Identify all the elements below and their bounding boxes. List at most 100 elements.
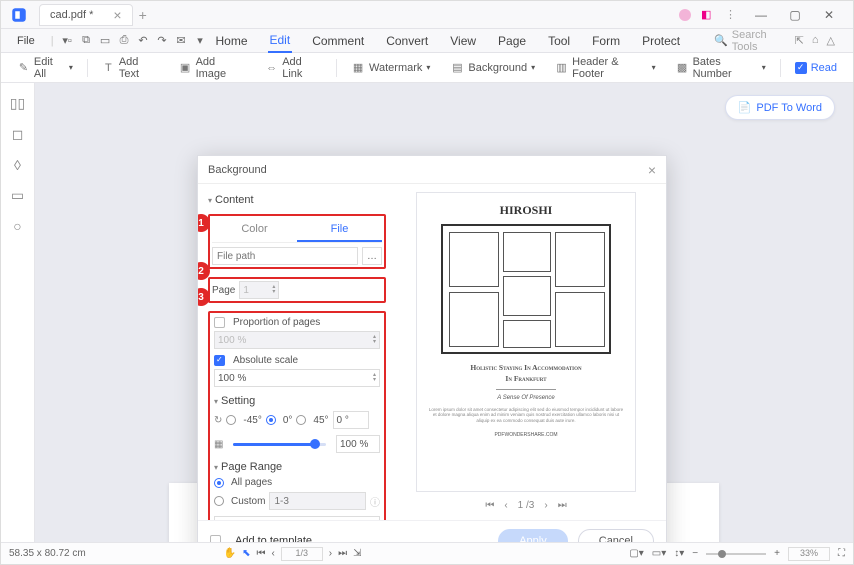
add-image-button[interactable]: ▣Add Image (173, 54, 252, 82)
pencil-icon: ✎ (17, 61, 30, 75)
minimize-button[interactable]: — (749, 8, 773, 22)
menu-page[interactable]: Page (496, 30, 528, 52)
first-icon[interactable]: ⏮ (256, 548, 265, 559)
rot-0[interactable] (266, 415, 276, 425)
zoom-slider[interactable] (706, 553, 766, 555)
custom-range-input[interactable] (269, 492, 366, 510)
bookmark-icon[interactable]: ◻ (12, 126, 24, 143)
menu-comment[interactable]: Comment (310, 30, 366, 52)
image-icon: ▣ (179, 61, 192, 75)
comments-icon[interactable]: ◊ (14, 157, 21, 173)
notification-icon[interactable]: ◧ (701, 8, 715, 22)
attachments-icon[interactable]: ▭ (11, 187, 24, 204)
menu-protect[interactable]: Protect (640, 30, 682, 52)
add-text-button[interactable]: TAdd Text (96, 54, 165, 82)
absolute-checkbox[interactable] (214, 355, 225, 366)
next-page-icon[interactable]: › (544, 500, 547, 511)
page-number-input[interactable]: 1▴▾ (239, 281, 279, 299)
next-icon[interactable]: › (329, 548, 332, 559)
menu-tool[interactable]: Tool (546, 30, 572, 52)
file-menu[interactable]: File (9, 33, 43, 49)
preview-pager: ⏮ ‹ 1 /3 › ⏭ (485, 500, 566, 511)
kebab-icon[interactable]: ⋮ (725, 8, 739, 22)
background-button[interactable]: ▤Background▾ (444, 59, 541, 77)
view-mode-icon[interactable]: ▭▾ (652, 548, 666, 559)
menu-view[interactable]: View (448, 30, 478, 52)
menu-convert[interactable]: Convert (384, 30, 430, 52)
allpages-radio[interactable] (214, 478, 224, 488)
badge-3: 3 (198, 288, 210, 306)
bates-button[interactable]: ▩Bates Number▾ (670, 54, 772, 82)
edit-all-button[interactable]: ✎Edit All▾ (11, 54, 79, 82)
page-indicator: 1 /3 (518, 500, 535, 511)
pdf-to-word-button[interactable]: 📄 PDF To Word (725, 95, 835, 120)
last-icon[interactable]: ⏭ (338, 548, 347, 559)
undo-icon[interactable]: ↶ (138, 33, 149, 49)
search-tools[interactable]: 🔍Search Tools (714, 29, 767, 53)
add-link-button[interactable]: ⇔Add Link (259, 54, 328, 82)
menu-edit[interactable]: Edit (268, 29, 293, 53)
document-tab[interactable]: cad.pdf * × (39, 4, 133, 26)
new-tab-icon[interactable]: + (139, 7, 147, 23)
last-page-icon[interactable]: ⏭ (558, 500, 567, 511)
thumbnails-icon[interactable]: ▯▯ (10, 95, 25, 112)
watermark-button[interactable]: ▦Watermark▾ (345, 59, 436, 77)
prev-page-icon[interactable]: ‹ (504, 500, 507, 511)
opacity-input[interactable]: 100 % (336, 435, 380, 453)
menu-form[interactable]: Form (590, 30, 622, 52)
absolute-input[interactable]: 100 %▴▾ (214, 369, 380, 387)
maximize-button[interactable]: ▢ (783, 8, 807, 22)
custom-radio[interactable] (214, 496, 224, 506)
zoom-input[interactable]: 33% (788, 547, 830, 561)
rotate-icon: ↻ (214, 415, 222, 426)
scroll-mode-icon[interactable]: ↕▾ (674, 548, 684, 559)
close-window-button[interactable]: ✕ (817, 8, 841, 22)
cancel-button[interactable]: Cancel (578, 529, 654, 543)
first-page-icon[interactable]: ⏮ (485, 500, 494, 511)
rot-neg45[interactable] (226, 415, 236, 425)
text-icon: T (102, 61, 115, 75)
redo-icon[interactable]: ↷ (157, 33, 168, 49)
home-icon[interactable]: ⌂ (812, 34, 819, 47)
pages-select[interactable]: All Pages▾ (214, 516, 380, 520)
browse-button[interactable]: … (362, 247, 382, 265)
rotation-input[interactable]: 0 ° (333, 411, 369, 429)
prev-icon[interactable]: ‹ (271, 548, 274, 559)
user-avatar[interactable] (679, 9, 691, 21)
page-input[interactable]: 1/3 (281, 547, 323, 561)
info-icon[interactable]: ⓘ (370, 494, 380, 509)
rot-45[interactable] (296, 415, 306, 425)
file-path-input[interactable] (212, 247, 358, 265)
close-icon[interactable]: × (113, 8, 121, 22)
menu-home[interactable]: Home (213, 30, 249, 52)
fit-page-icon[interactable]: ▢▾ (629, 548, 643, 559)
hand-tool-icon[interactable]: ✋ (224, 548, 236, 559)
main-area: ▯▯ ◻ ◊ ▭ ○ Holistic Staying In Accommoda… (1, 83, 853, 542)
opacity-slider[interactable] (233, 443, 326, 446)
zoom-in-icon[interactable]: + (774, 548, 780, 559)
save-icon[interactable]: ▾▫ (62, 33, 73, 49)
apply-button[interactable]: Apply (498, 529, 568, 543)
select-tool-icon[interactable]: ⬉ (242, 548, 250, 559)
search-panel-icon[interactable]: ○ (13, 218, 21, 234)
mail-icon[interactable]: ✉ (176, 33, 187, 49)
zoom-out-icon[interactable]: − (692, 548, 698, 559)
print-icon[interactable]: ⎙ (119, 33, 130, 49)
folder-icon[interactable]: ▭ (100, 33, 111, 49)
more-icon[interactable]: ▾ (194, 33, 205, 49)
add-template-checkbox[interactable] (210, 535, 221, 542)
fullscreen-icon[interactable]: ⛶ (838, 548, 845, 559)
page-label: Page (212, 285, 235, 296)
jump-icon[interactable]: ⇲ (353, 548, 361, 559)
header-footer-button[interactable]: ▥Header & Footer▾ (549, 54, 661, 82)
open-icon[interactable]: ⧉ (81, 33, 92, 49)
read-toggle[interactable]: ✓Read (789, 60, 843, 76)
dialog-close-icon[interactable]: × (648, 162, 656, 178)
tab-color[interactable]: Color (212, 218, 297, 242)
share-icon[interactable]: ⇱ (795, 34, 804, 47)
cloud-icon[interactable]: △ (827, 34, 835, 47)
proportion-checkbox[interactable] (214, 317, 225, 328)
tab-file[interactable]: File (297, 218, 382, 242)
check-icon: ✓ (795, 62, 807, 74)
tab-filename: cad.pdf * (50, 9, 93, 21)
